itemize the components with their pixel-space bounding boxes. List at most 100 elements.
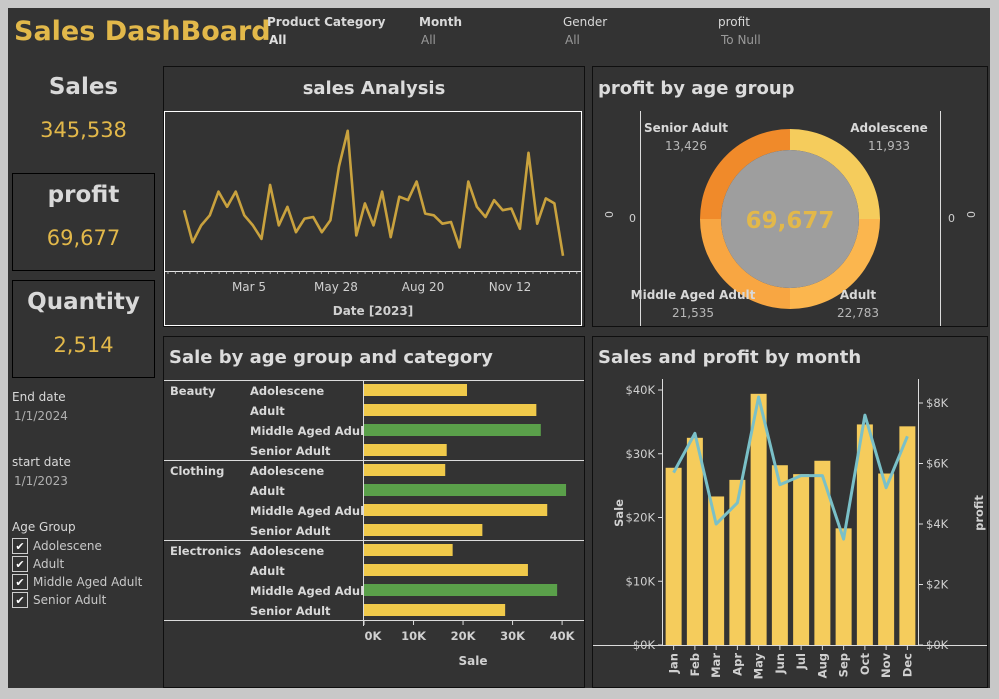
filter-value: To Null: [721, 33, 761, 47]
profit-donut-chart[interactable]: 0 0 0 0 69,677 Adolescene 11,933 Adult 22,783 Mid…: [593, 67, 987, 326]
month-sale-bar: [771, 465, 788, 645]
month-sale-bar: [856, 424, 873, 645]
sales-line-chart[interactable]: Mar 5 May 28 Aug 20 Nov 12 Date [2023]: [164, 67, 584, 326]
filter-label: Gender: [563, 15, 608, 29]
age-group-option-label: Adolescene: [33, 539, 102, 553]
x-tick-label: Jan: [667, 653, 681, 674]
age-row-label: Middle Aged Adult: [250, 504, 370, 518]
y-tick-label: $30K: [626, 447, 656, 461]
x-tick-label: Feb: [688, 653, 702, 676]
sale-bar: [364, 484, 567, 496]
checkbox-checked-icon[interactable]: ✔: [12, 592, 28, 608]
age-row-label: Adolescene: [250, 384, 324, 398]
checkbox-checked-icon[interactable]: ✔: [12, 574, 28, 590]
x-tick-label: Mar 5: [232, 280, 266, 294]
donut-slice-value: 21,535: [672, 306, 714, 320]
y-tick-label: $10K: [626, 574, 656, 588]
month-panel: Sales and profit by month $0K $10K $20K $30…: [592, 336, 988, 688]
sale-bar: [364, 404, 537, 416]
x-tick-label: Aug 20: [402, 280, 445, 294]
profit-age-panel: profit by age group 0 0 0 0 69,677 Adolescene…: [592, 66, 988, 327]
month-sale-bar: [665, 467, 682, 645]
checkbox-checked-icon[interactable]: ✔: [12, 538, 28, 554]
x-tick-label: Nov: [879, 653, 893, 679]
x-tick-label: 10K: [401, 629, 427, 643]
y2-tick-label: $0K: [926, 638, 949, 652]
x-tick-label: Jun: [773, 653, 787, 675]
filter-product-category[interactable]: Product Category All: [267, 15, 385, 47]
donut-slice-name: Senior Adult: [644, 121, 728, 135]
axis-zero-label: 0: [629, 212, 636, 225]
donut-slice-name: Adult: [840, 288, 877, 302]
kpi-quantity-label: Quantity: [27, 289, 140, 315]
x-tick-label: 40K: [550, 629, 576, 643]
axis-zero-label-rotated: 0: [965, 211, 978, 218]
x-tick-label: May 28: [314, 280, 358, 294]
checkbox-checked-icon[interactable]: ✔: [12, 556, 28, 572]
age-group-option[interactable]: ✔ Senior Adult: [12, 591, 142, 609]
age-row-label: Adult: [250, 404, 285, 418]
age-group-option-label: Adult: [33, 557, 65, 571]
age-group-filter: Age Group ✔ Adolescene ✔ Adult ✔ Middle Age…: [12, 520, 142, 609]
age-row-label: Adolescene: [250, 544, 324, 558]
category-label: Clothing: [170, 464, 224, 478]
sale-bar: [364, 564, 528, 576]
age-group-option[interactable]: ✔ Adult: [12, 555, 142, 573]
sale-bar: [364, 384, 468, 396]
x-tick-label: Jul: [794, 653, 808, 670]
age-row-label: Adult: [250, 564, 285, 578]
category-label: Electronics: [170, 544, 241, 558]
dashboard: Sales DashBoard Product Category All Mon…: [8, 8, 990, 688]
x-tick-label: Dec: [900, 653, 914, 677]
dashboard-title: Sales DashBoard: [14, 16, 271, 47]
x-tick-label: Nov 12: [489, 280, 532, 294]
x-axis-title: Sale: [459, 654, 488, 668]
x-tick-label: Sep: [837, 653, 851, 677]
filter-label: Product Category: [267, 15, 386, 29]
y-tick-label: $20K: [626, 511, 656, 525]
age-row-label: Adult: [250, 484, 285, 498]
filter-value: All: [421, 33, 436, 47]
month-sale-bar: [899, 426, 916, 645]
end-date-value[interactable]: 1/1/2024: [14, 409, 68, 423]
kpi-profit-label: profit: [47, 182, 120, 208]
sale-bar: [364, 544, 453, 556]
month-combo-chart[interactable]: $0K $10K $20K $30K $40K $0K $2K $4K $6K $8K Sale pr…: [593, 337, 987, 687]
y2-tick-label: $2K: [926, 578, 949, 592]
sale-bar: [364, 444, 447, 456]
sale-bar: [364, 584, 558, 596]
sale-bar: [364, 464, 446, 476]
kpi-sales: Sales 345,538: [12, 66, 155, 166]
age-category-bar-chart[interactable]: Beauty Adolescene Adult Middle Aged Adult Se…: [164, 337, 584, 687]
filter-month[interactable]: Month All: [419, 15, 462, 47]
month-sale-bar: [878, 473, 895, 645]
filter-profit[interactable]: profit To Null: [718, 15, 761, 47]
sales-line-series: [182, 129, 565, 257]
donut-slice-value: 13,426: [665, 139, 707, 153]
month-sale-bar: [835, 528, 852, 645]
filter-gender[interactable]: Gender All: [563, 15, 607, 47]
filter-value: All: [269, 33, 287, 47]
kpi-sales-label: Sales: [48, 74, 119, 100]
start-date-filter[interactable]: start date 1/1/2023: [12, 455, 71, 488]
x-tick-label: Oct: [858, 653, 872, 676]
start-date-value[interactable]: 1/1/2023: [14, 474, 71, 488]
age-group-option[interactable]: ✔ Middle Aged Adult: [12, 573, 142, 591]
filter-value: All: [565, 33, 580, 47]
sale-bar: [364, 504, 548, 516]
sales-analysis-panel: sales Analysis Mar 5 May 28 Aug 20 Nov 12 Da…: [163, 66, 585, 327]
sale-bar: [364, 604, 506, 616]
x-axis-title: Date [2023]: [333, 304, 413, 318]
end-date-filter[interactable]: End date 1/1/2024: [12, 390, 68, 423]
kpi-profit-value: 69,677: [46, 226, 121, 250]
age-group-option-label: Middle Aged Adult: [33, 575, 143, 589]
y2-tick-label: $4K: [926, 517, 949, 531]
age-group-option[interactable]: ✔ Adolescene: [12, 537, 142, 555]
sale-bar: [364, 424, 541, 436]
x-tick-label: Aug: [815, 653, 829, 678]
axis-zero-label: 0: [948, 212, 955, 225]
y2-axis-title: profit: [972, 495, 986, 531]
age-category-panel: Sale by age group and category Beauty Ado…: [163, 336, 585, 688]
kpi-sales-value: 345,538: [40, 118, 127, 142]
month-sale-bar: [686, 437, 703, 645]
